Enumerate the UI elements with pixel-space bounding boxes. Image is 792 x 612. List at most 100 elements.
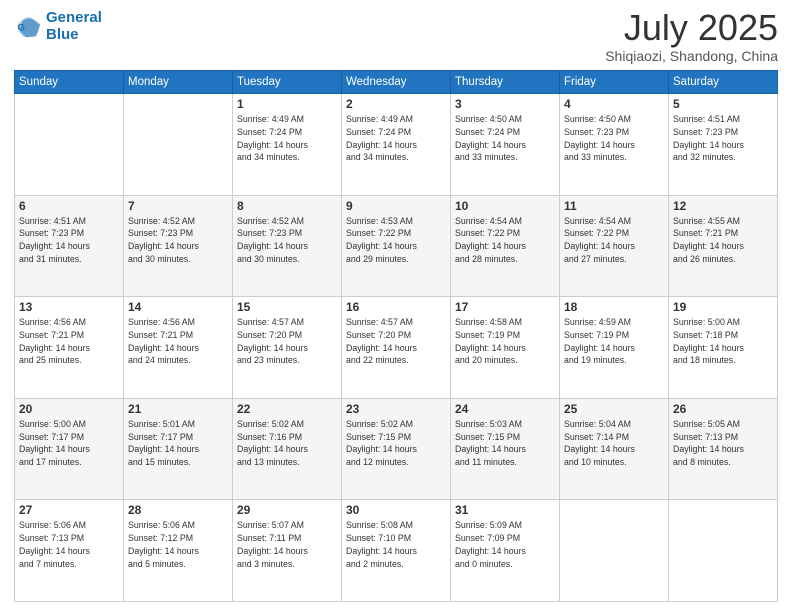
cell-info: Sunrise: 5:01 AM Sunset: 7:17 PM Dayligh… xyxy=(128,418,228,469)
cell-info: Sunrise: 5:04 AM Sunset: 7:14 PM Dayligh… xyxy=(564,418,664,469)
calendar-cell xyxy=(124,94,233,196)
calendar-cell: 27Sunrise: 5:06 AM Sunset: 7:13 PM Dayli… xyxy=(15,500,124,602)
day-number: 19 xyxy=(673,300,773,314)
calendar-cell: 13 Sunrise: 4:56 AM Sunset: 7:21 PM Dayli… xyxy=(15,297,124,399)
cell-info: Sunrise: 5:02 AM Sunset: 7:16 PM Dayligh… xyxy=(237,418,337,469)
day-number: 3 xyxy=(455,97,555,111)
day-number: 29 xyxy=(237,503,337,517)
calendar-cell: 14Sunrise: 4:56 AM Sunset: 7:21 PM Dayli… xyxy=(124,297,233,399)
calendar-cell xyxy=(15,94,124,196)
logo-line2: Blue xyxy=(46,26,79,43)
calendar-cell: 2Sunrise: 4:49 AM Sunset: 7:24 PM Daylig… xyxy=(342,94,451,196)
day-number: 9 xyxy=(346,199,446,213)
calendar-cell: 11Sunrise: 4:54 AM Sunset: 7:22 PM Dayli… xyxy=(560,195,669,297)
calendar-cell: 12Sunrise: 4:55 AM Sunset: 7:21 PM Dayli… xyxy=(669,195,778,297)
day-number: 27 xyxy=(19,503,119,517)
header: G General Blue July 2025 Shiqiaozi, Shan… xyxy=(14,10,778,64)
day-number: 14 xyxy=(128,300,228,314)
calendar-cell: 25Sunrise: 5:04 AM Sunset: 7:14 PM Dayli… xyxy=(560,398,669,500)
cell-info: Sunrise: 4:54 AM Sunset: 7:22 PM Dayligh… xyxy=(564,215,664,266)
cell-info: Sunrise: 4:53 AM Sunset: 7:22 PM Dayligh… xyxy=(346,215,446,266)
day-number: 6 xyxy=(19,199,119,213)
day-number: 13 xyxy=(19,300,119,314)
cell-info: Sunrise: 5:03 AM Sunset: 7:15 PM Dayligh… xyxy=(455,418,555,469)
day-number: 16 xyxy=(346,300,446,314)
calendar-cell: 5 Sunrise: 4:51 AM Sunset: 7:23 PM Daylig… xyxy=(669,94,778,196)
cell-info: Sunrise: 4:56 AM Sunset: 7:21 PM Dayligh… xyxy=(19,316,119,367)
calendar-cell: 3 Sunrise: 4:50 AM Sunset: 7:24 PM Daylig… xyxy=(451,94,560,196)
day-number: 18 xyxy=(564,300,664,314)
calendar-cell: 6 Sunrise: 4:51 AM Sunset: 7:23 PM Daylig… xyxy=(15,195,124,297)
day-number: 8 xyxy=(237,199,337,213)
week-row-0: 1 Sunrise: 4:49 AM Sunset: 7:24 PM Daylig… xyxy=(15,94,778,196)
day-number: 1 xyxy=(237,97,337,111)
day-number: 7 xyxy=(128,199,228,213)
calendar-cell xyxy=(560,500,669,602)
calendar-cell: 1 Sunrise: 4:49 AM Sunset: 7:24 PM Daylig… xyxy=(233,94,342,196)
header-monday: Monday xyxy=(124,71,233,94)
logo-icon: G xyxy=(14,13,42,41)
week-row-2: 13 Sunrise: 4:56 AM Sunset: 7:21 PM Dayli… xyxy=(15,297,778,399)
day-number: 30 xyxy=(346,503,446,517)
cell-info: Sunrise: 4:57 AM Sunset: 7:20 PM Dayligh… xyxy=(237,316,337,367)
title-block: July 2025 Shiqiaozi, Shandong, China xyxy=(605,10,778,64)
day-number: 4 xyxy=(564,97,664,111)
cell-info: Sunrise: 4:51 AM Sunset: 7:23 PM Dayligh… xyxy=(673,113,773,164)
svg-text:G: G xyxy=(18,22,25,33)
calendar-cell: 15Sunrise: 4:57 AM Sunset: 7:20 PM Dayli… xyxy=(233,297,342,399)
day-number: 17 xyxy=(455,300,555,314)
day-number: 5 xyxy=(673,97,773,111)
week-row-4: 27Sunrise: 5:06 AM Sunset: 7:13 PM Dayli… xyxy=(15,500,778,602)
cell-info: Sunrise: 4:50 AM Sunset: 7:23 PM Dayligh… xyxy=(564,113,664,164)
calendar-cell: 28Sunrise: 5:06 AM Sunset: 7:12 PM Dayli… xyxy=(124,500,233,602)
day-number: 10 xyxy=(455,199,555,213)
calendar-cell: 4 Sunrise: 4:50 AM Sunset: 7:23 PM Daylig… xyxy=(560,94,669,196)
calendar-cell: 23 Sunrise: 5:02 AM Sunset: 7:15 PM Dayli… xyxy=(342,398,451,500)
day-number: 2 xyxy=(346,97,446,111)
calendar-cell: 21 Sunrise: 5:01 AM Sunset: 7:17 PM Dayli… xyxy=(124,398,233,500)
calendar-cell: 9 Sunrise: 4:53 AM Sunset: 7:22 PM Daylig… xyxy=(342,195,451,297)
header-saturday: Saturday xyxy=(669,71,778,94)
cell-info: Sunrise: 4:51 AM Sunset: 7:23 PM Dayligh… xyxy=(19,215,119,266)
logo-text: General Blue xyxy=(46,10,102,43)
cell-info: Sunrise: 5:00 AM Sunset: 7:17 PM Dayligh… xyxy=(19,418,119,469)
month-title: July 2025 xyxy=(605,10,778,46)
calendar-cell: 10 Sunrise: 4:54 AM Sunset: 7:22 PM Dayli… xyxy=(451,195,560,297)
cell-info: Sunrise: 5:02 AM Sunset: 7:15 PM Dayligh… xyxy=(346,418,446,469)
calendar-cell: 22 Sunrise: 5:02 AM Sunset: 7:16 PM Dayli… xyxy=(233,398,342,500)
calendar-cell: 18 Sunrise: 4:59 AM Sunset: 7:19 PM Dayli… xyxy=(560,297,669,399)
cell-info: Sunrise: 4:52 AM Sunset: 7:23 PM Dayligh… xyxy=(237,215,337,266)
cell-info: Sunrise: 4:50 AM Sunset: 7:24 PM Dayligh… xyxy=(455,113,555,164)
cell-info: Sunrise: 5:05 AM Sunset: 7:13 PM Dayligh… xyxy=(673,418,773,469)
calendar-cell: 7 Sunrise: 4:52 AM Sunset: 7:23 PM Daylig… xyxy=(124,195,233,297)
calendar-cell: 16 Sunrise: 4:57 AM Sunset: 7:20 PM Dayli… xyxy=(342,297,451,399)
cell-info: Sunrise: 4:59 AM Sunset: 7:19 PM Dayligh… xyxy=(564,316,664,367)
day-number: 28 xyxy=(128,503,228,517)
day-number: 24 xyxy=(455,402,555,416)
logo: G General Blue xyxy=(14,10,102,43)
day-number: 22 xyxy=(237,402,337,416)
day-number: 31 xyxy=(455,503,555,517)
cell-info: Sunrise: 5:08 AM Sunset: 7:10 PM Dayligh… xyxy=(346,519,446,570)
cell-info: Sunrise: 5:09 AM Sunset: 7:09 PM Dayligh… xyxy=(455,519,555,570)
cell-info: Sunrise: 4:57 AM Sunset: 7:20 PM Dayligh… xyxy=(346,316,446,367)
week-row-3: 20Sunrise: 5:00 AM Sunset: 7:17 PM Dayli… xyxy=(15,398,778,500)
logo-line1: General xyxy=(46,9,102,26)
header-thursday: Thursday xyxy=(451,71,560,94)
day-number: 21 xyxy=(128,402,228,416)
week-row-1: 6 Sunrise: 4:51 AM Sunset: 7:23 PM Daylig… xyxy=(15,195,778,297)
calendar-cell: 8 Sunrise: 4:52 AM Sunset: 7:23 PM Daylig… xyxy=(233,195,342,297)
cell-info: Sunrise: 4:49 AM Sunset: 7:24 PM Dayligh… xyxy=(237,113,337,164)
day-number: 23 xyxy=(346,402,446,416)
location: Shiqiaozi, Shandong, China xyxy=(605,48,778,64)
calendar-table: Sunday Monday Tuesday Wednesday Thursday… xyxy=(14,70,778,602)
cell-info: Sunrise: 4:52 AM Sunset: 7:23 PM Dayligh… xyxy=(128,215,228,266)
cell-info: Sunrise: 4:54 AM Sunset: 7:22 PM Dayligh… xyxy=(455,215,555,266)
header-tuesday: Tuesday xyxy=(233,71,342,94)
cell-info: Sunrise: 4:55 AM Sunset: 7:21 PM Dayligh… xyxy=(673,215,773,266)
calendar-cell: 20Sunrise: 5:00 AM Sunset: 7:17 PM Dayli… xyxy=(15,398,124,500)
cell-info: Sunrise: 5:00 AM Sunset: 7:18 PM Dayligh… xyxy=(673,316,773,367)
header-friday: Friday xyxy=(560,71,669,94)
calendar-cell: 31 Sunrise: 5:09 AM Sunset: 7:09 PM Dayli… xyxy=(451,500,560,602)
header-sunday: Sunday xyxy=(15,71,124,94)
